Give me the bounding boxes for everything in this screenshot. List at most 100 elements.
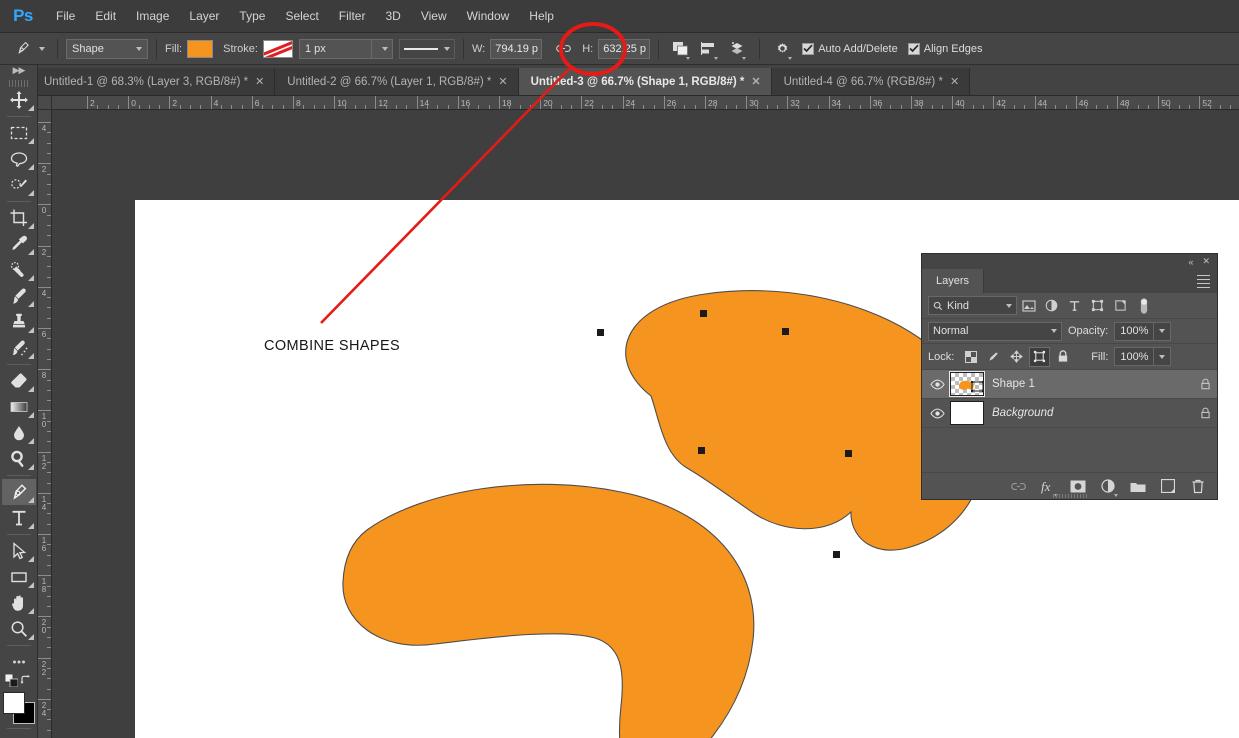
- dodge-tool[interactable]: [2, 446, 36, 472]
- opacity-value[interactable]: 100%: [1114, 321, 1155, 341]
- tool-expand-nub-icon[interactable]: [27, 223, 34, 229]
- tool-preset-picker[interactable]: [6, 38, 49, 60]
- opacity-stepper[interactable]: [1154, 321, 1172, 341]
- close-icon[interactable]: ✕: [255, 75, 264, 88]
- blur-tool[interactable]: [2, 420, 36, 446]
- shape-layer-filter-icon[interactable]: [1086, 296, 1109, 316]
- marquee-tool[interactable]: [2, 120, 36, 146]
- close-icon[interactable]: ✕: [498, 75, 507, 88]
- layer-thumbnail[interactable]: [949, 371, 985, 397]
- document-tab-3[interactable]: Untitled-3 @ 66.7% (Shape 1, RGB/8#) * ✕: [518, 68, 772, 95]
- foreground-color-swatch[interactable]: [2, 692, 25, 714]
- swap-colors-icon[interactable]: [19, 674, 33, 690]
- gradient-tool[interactable]: [2, 394, 36, 420]
- vertical-ruler[interactable]: 42024681 01 21 41 61 82 02 22 4: [38, 110, 52, 738]
- height-input[interactable]: 632.25 p: [598, 38, 651, 59]
- stroke-style-picker[interactable]: [398, 38, 455, 59]
- lock-all-icon[interactable]: [1052, 347, 1073, 367]
- close-icon[interactable]: ✕: [1202, 256, 1210, 267]
- link-layers-icon[interactable]: [1007, 475, 1029, 497]
- eraser-tool[interactable]: [2, 368, 36, 394]
- history-brush-tool[interactable]: [2, 335, 36, 361]
- default-colors-icon[interactable]: [4, 673, 18, 690]
- tool-expand-nub-icon[interactable]: [27, 275, 34, 281]
- new-group-icon[interactable]: [1127, 475, 1149, 497]
- link-icon[interactable]: [549, 36, 577, 62]
- eyedropper-tool[interactable]: [2, 231, 36, 257]
- layer-thumbnail[interactable]: [950, 401, 984, 425]
- tab-layers[interactable]: Layers: [922, 269, 985, 293]
- smart-object-filter-icon[interactable]: [1109, 296, 1132, 316]
- adjustment-layer-icon[interactable]: [1097, 475, 1119, 497]
- hand-tool[interactable]: [2, 590, 36, 616]
- filter-toggle-switch-icon[interactable]: [1132, 296, 1155, 316]
- document-tab-2[interactable]: Untitled-2 @ 66.7% (Layer 1, RGB/8#) * ✕: [275, 68, 519, 95]
- quick-mask-button[interactable]: [2, 732, 36, 738]
- adjustment-layer-filter-icon[interactable]: [1040, 296, 1063, 316]
- type-tool[interactable]: [2, 505, 36, 531]
- fill-value[interactable]: 100%: [1114, 347, 1155, 366]
- gear-icon[interactable]: [768, 36, 796, 62]
- path-arrangement-icon[interactable]: [723, 36, 751, 62]
- layer-visibility-toggle[interactable]: [924, 379, 950, 390]
- menu-item-window[interactable]: Window: [457, 0, 520, 33]
- ruler-corner[interactable]: [38, 96, 52, 110]
- tool-expand-nub-icon[interactable]: [27, 582, 34, 588]
- panel-resize-grip[interactable]: [1052, 494, 1087, 498]
- menu-item-image[interactable]: Image: [126, 0, 179, 33]
- close-icon[interactable]: ✕: [751, 75, 760, 88]
- delete-layer-icon[interactable]: [1187, 475, 1209, 497]
- new-layer-icon[interactable]: [1157, 475, 1179, 497]
- panel-grip[interactable]: [8, 80, 29, 87]
- tool-expand-nub-icon[interactable]: [27, 301, 34, 307]
- layer-row[interactable]: Shape 1: [922, 370, 1217, 399]
- layer-visibility-toggle[interactable]: [924, 408, 950, 419]
- tool-preset-chevron-icon[interactable]: [39, 46, 45, 51]
- document-tab-4[interactable]: Untitled-4 @ 66.7% (RGB/8#) * ✕: [771, 68, 971, 95]
- tool-expand-nub-icon[interactable]: [27, 556, 34, 562]
- shape-mode-select[interactable]: Shape: [66, 38, 148, 59]
- crop-tool[interactable]: [2, 205, 36, 231]
- blend-mode-select[interactable]: Normal: [928, 321, 1062, 341]
- layer-row[interactable]: Background: [922, 399, 1217, 428]
- panel-menu-icon[interactable]: [1197, 275, 1210, 291]
- tool-expand-nub-icon[interactable]: [27, 497, 34, 503]
- tool-expand-nub-icon[interactable]: [27, 523, 34, 529]
- tool-expand-nub-icon[interactable]: [27, 105, 34, 111]
- lock-image-pixels-icon[interactable]: [983, 347, 1004, 367]
- fill-color-swatch[interactable]: [187, 39, 214, 58]
- menu-item-select[interactable]: Select: [275, 0, 328, 33]
- path-operations-icon[interactable]: [667, 36, 695, 62]
- edit-toolbar[interactable]: [2, 649, 36, 675]
- brush-tool[interactable]: [2, 283, 36, 309]
- align-edges-checkbox[interactable]: Align Edges: [907, 42, 982, 55]
- clone-stamp-tool[interactable]: [2, 309, 36, 335]
- move-tool[interactable]: [2, 87, 36, 113]
- type-layer-filter-icon[interactable]: [1063, 296, 1086, 316]
- lock-position-icon[interactable]: [1006, 347, 1027, 367]
- filter-kind-select[interactable]: Kind: [928, 296, 1017, 315]
- width-input[interactable]: 794.19 p: [490, 38, 543, 59]
- menu-item-edit[interactable]: Edit: [85, 0, 126, 33]
- tool-expand-nub-icon[interactable]: [27, 164, 34, 170]
- rectangle-tool[interactable]: [2, 564, 36, 590]
- tool-expand-nub-icon[interactable]: [27, 386, 34, 392]
- menu-item-layer[interactable]: Layer: [179, 0, 229, 33]
- tool-expand-nub-icon[interactable]: [27, 190, 34, 196]
- tool-expand-nub-icon[interactable]: [27, 634, 34, 640]
- close-icon[interactable]: ✕: [950, 75, 959, 88]
- layer-lock-icon[interactable]: [1193, 407, 1217, 419]
- lock-transparent-pixels-icon[interactable]: [960, 347, 981, 367]
- menu-item-type[interactable]: Type: [229, 0, 275, 33]
- tool-expand-nub-icon[interactable]: [27, 608, 34, 614]
- auto-add-delete-checkbox[interactable]: Auto Add/Delete: [802, 42, 898, 55]
- horizontal-ruler[interactable]: 2 0 2 4 6 8 10 12 14 16 18 20 22 24 26 28 30 32 34 36 38 40 42…: [52, 96, 1239, 110]
- tool-expand-nub-icon[interactable]: [27, 249, 34, 255]
- lasso-tool[interactable]: [2, 146, 36, 172]
- zoom-tool[interactable]: [2, 616, 36, 642]
- quick-selection-tool[interactable]: [2, 172, 36, 198]
- tool-expand-nub-icon[interactable]: [27, 438, 34, 444]
- path-alignment-icon[interactable]: [695, 36, 723, 62]
- fill-stepper[interactable]: [1154, 347, 1172, 366]
- document-tab-1[interactable]: Untitled-1 @ 68.3% (Layer 3, RGB/8#) * ✕: [32, 68, 276, 95]
